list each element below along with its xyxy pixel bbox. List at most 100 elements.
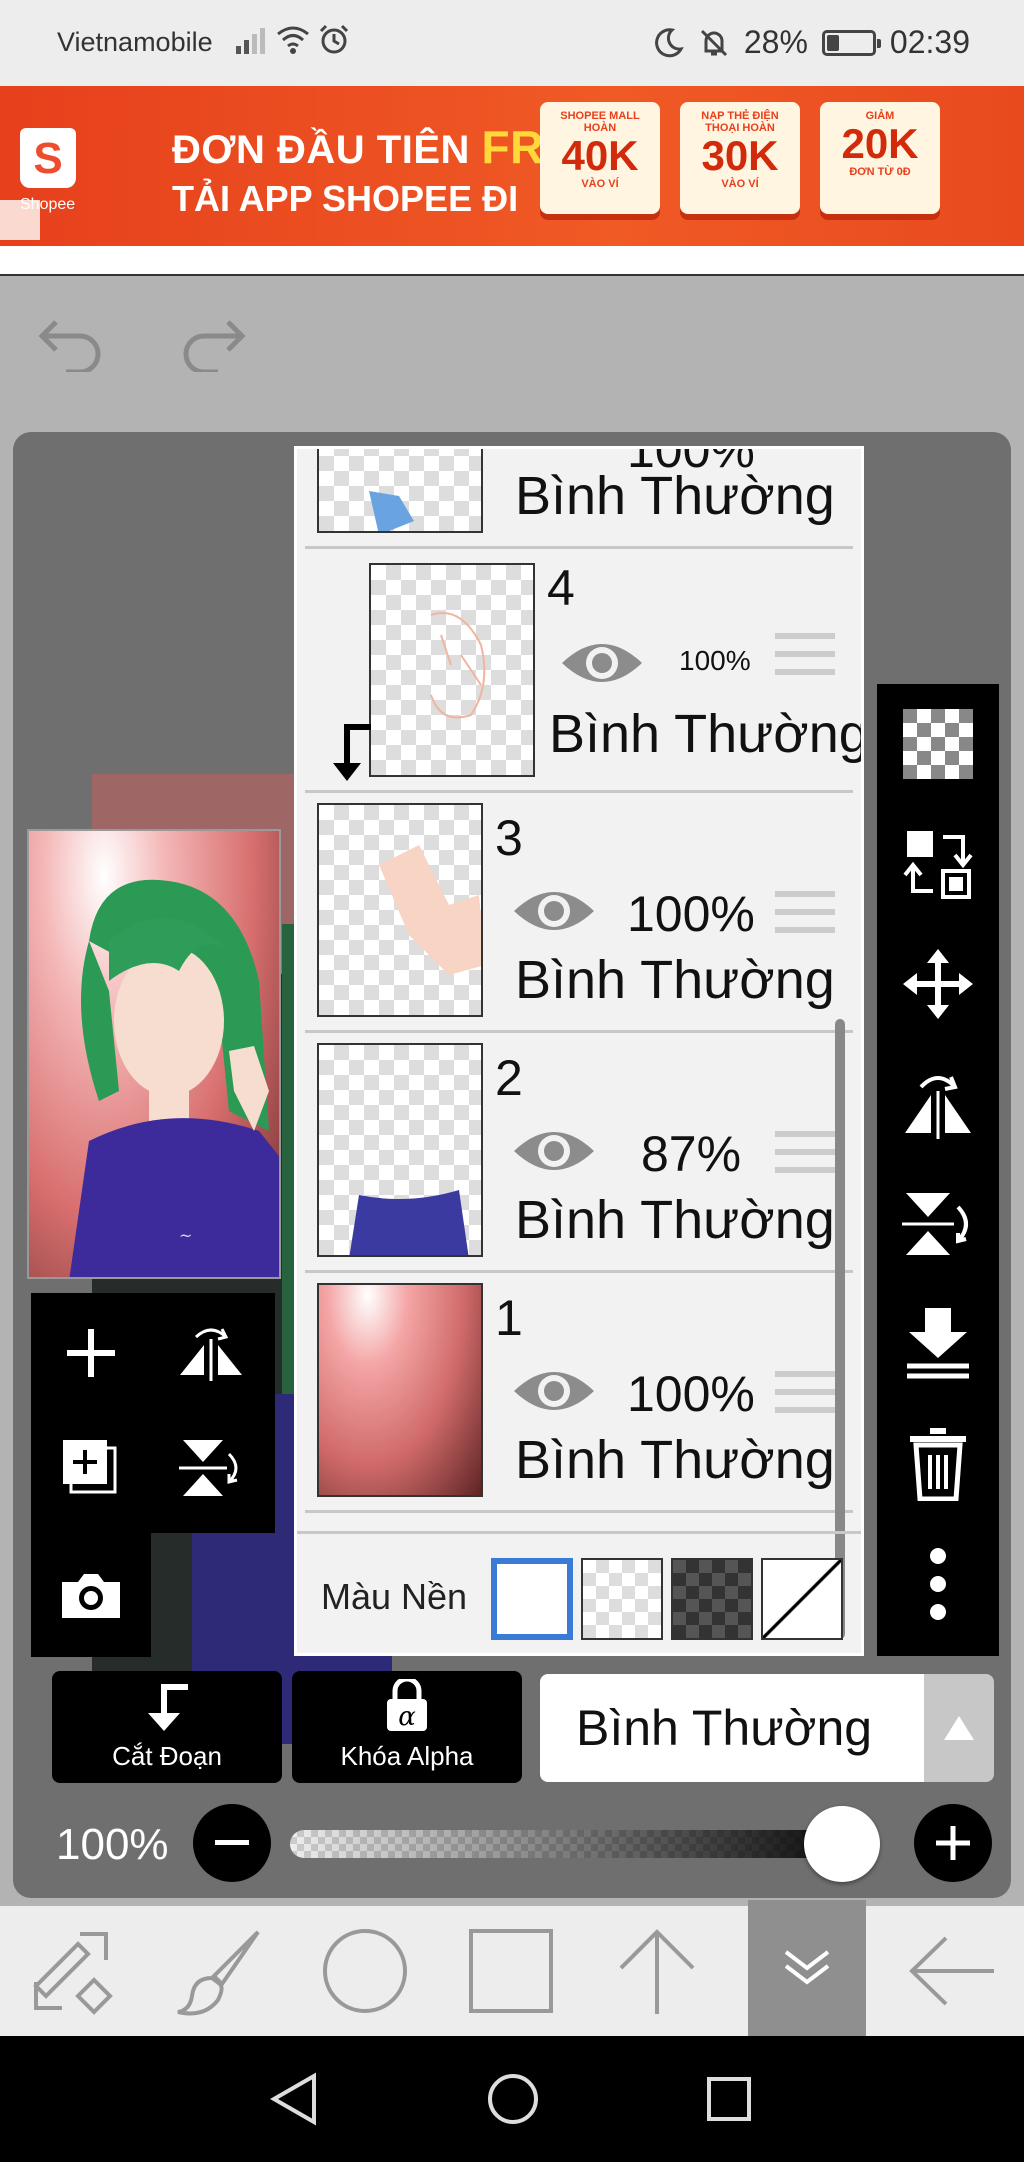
square-icon: [469, 1929, 553, 2013]
swap-layers-button[interactable]: [877, 804, 999, 924]
flip-vertical-icon: [179, 1440, 238, 1496]
redo-icon[interactable]: [178, 316, 248, 372]
nav-back-button[interactable]: [260, 2066, 326, 2132]
right-toolbar: [877, 684, 999, 1656]
layer-thumbnail[interactable]: [317, 1283, 483, 1497]
alpha-lock-button[interactable]: α Khóa Alpha: [292, 1671, 522, 1783]
layer-row[interactable]: 3 100% Bình Thường: [305, 793, 853, 1033]
layer-opacity: 100%: [627, 1366, 755, 1422]
background-transparent-swatch[interactable]: [581, 1558, 663, 1640]
back-button[interactable]: [878, 1906, 1024, 2036]
eye-icon[interactable]: [511, 881, 597, 941]
ad-coupon: SHOPEE MALL HOÀN 40K VÀO VÍ: [540, 102, 660, 214]
layer-blend-mode: Bình Thường: [515, 950, 835, 1010]
download-icon: [907, 1308, 969, 1379]
layer-thumbnail[interactable]: [317, 449, 483, 533]
rectangle-tool[interactable]: [438, 1906, 584, 2036]
add-layer-button[interactable]: [41, 1303, 141, 1403]
layer-row[interactable]: 2 87% Bình Thường: [305, 1033, 853, 1273]
plus-icon: [936, 1826, 970, 1860]
ad-coupon: GIẢM 20K ĐƠN TỪ 0Đ: [820, 102, 940, 214]
background-dark-swatch[interactable]: [671, 1558, 753, 1640]
more-options-button[interactable]: [877, 1524, 999, 1644]
delete-layer-button[interactable]: [877, 1404, 999, 1524]
add-copy-icon: [63, 1440, 117, 1494]
blend-mode-select[interactable]: Bình Thường: [540, 1674, 924, 1782]
blend-mode-dropdown-button[interactable]: [924, 1674, 994, 1782]
opacity-decrease-button[interactable]: [193, 1804, 271, 1882]
layer-number: 2: [495, 1050, 523, 1106]
ad-subline: TẢI APP SHOPEE ĐI: [172, 178, 519, 219]
add-image-layer-button[interactable]: [41, 1418, 141, 1518]
layer-number: 4: [547, 560, 575, 616]
triangle-back-icon: [269, 2072, 316, 2126]
divider: [0, 246, 1024, 276]
battery-icon: [821, 29, 881, 56]
bottom-toolbar: [0, 1900, 1024, 2036]
collapse-panel-button[interactable]: [748, 1900, 866, 2036]
ellipse-tool[interactable]: [292, 1906, 438, 2036]
layer-row[interactable]: 1 100% Bình Thường: [305, 1273, 853, 1513]
merge-down-button[interactable]: [877, 1284, 999, 1404]
nav-recents-button[interactable]: [696, 2066, 762, 2132]
lock-icon: α: [387, 1679, 427, 1731]
clipping-arrow-icon: [148, 1684, 188, 1731]
brush-icon: [177, 1930, 260, 2016]
signature: ~: [179, 1226, 192, 1245]
transparency-button[interactable]: [877, 684, 999, 804]
drag-handle-icon[interactable]: [775, 1371, 835, 1425]
layer-thumbnail[interactable]: [369, 563, 535, 777]
layer-thumbnail[interactable]: [317, 803, 483, 1017]
layer-blend-mode: Bình Thường: [549, 704, 864, 764]
opacity-slider-thumb[interactable]: [804, 1806, 880, 1882]
carrier-name: Vietnamobile: [57, 27, 213, 57]
clipping-button[interactable]: Cắt Đoạn: [52, 1671, 282, 1783]
minus-icon: [215, 1840, 249, 1845]
flip-vertical-button[interactable]: [161, 1418, 261, 1518]
adchoices-icon[interactable]: [0, 200, 40, 240]
double-chevron-down-icon: [784, 1950, 830, 1985]
caret-up-icon: [944, 1716, 974, 1740]
signal-icon: [222, 26, 265, 61]
layers-list[interactable]: 100% Bình Thường 4 100% Bình Thường 3 10…: [294, 446, 864, 1656]
background-none-swatch[interactable]: [761, 1558, 843, 1640]
flip-layer-horizontal-button[interactable]: [877, 1044, 999, 1164]
drag-handle-icon[interactable]: [775, 1131, 835, 1185]
eye-icon[interactable]: [511, 1361, 597, 1421]
move-up-button[interactable]: [584, 1906, 730, 2036]
ad-banner[interactable]: S Shopee ĐƠN ĐẦU TIÊN FREE TẢI APP SHOPE…: [0, 86, 1024, 246]
opacity-row: 100%: [0, 1800, 1024, 1886]
opacity-slider-track[interactable]: [290, 1830, 870, 1858]
background-white-swatch[interactable]: [491, 1558, 573, 1640]
nav-home-button[interactable]: [480, 2066, 546, 2132]
eye-icon[interactable]: [511, 1121, 597, 1181]
clipping-arrow-icon: [333, 724, 371, 781]
mute-bell-icon: [700, 29, 727, 56]
flip-layer-vertical-button[interactable]: [877, 1164, 999, 1284]
left-toolbox: [31, 1293, 275, 1657]
flip-horizontal-button[interactable]: [161, 1303, 261, 1403]
navigator-thumbnail[interactable]: ~: [27, 829, 281, 1279]
brush-tool[interactable]: [146, 1906, 292, 2036]
drag-handle-icon[interactable]: [775, 891, 835, 945]
selection-transform-tool[interactable]: [0, 1906, 146, 2036]
moon-icon: [654, 27, 684, 57]
trash-icon: [910, 1428, 966, 1501]
opacity-increase-button[interactable]: [914, 1804, 992, 1882]
svg-text:α: α: [398, 1702, 416, 1731]
layer-row[interactable]: 4 100% Bình Thường: [305, 553, 861, 793]
camera-button[interactable]: [41, 1545, 141, 1645]
drag-handle-icon[interactable]: [775, 633, 835, 687]
layer-row[interactable]: 100% Bình Thường: [305, 449, 853, 549]
status-bar: Vietnamobile 28% 02:39: [0, 0, 1024, 86]
move-button[interactable]: [877, 924, 999, 1044]
move-arrows-icon: [903, 949, 973, 1019]
ad-coupon: NẠP THẺ ĐIỆN THOẠI HOÀN 30K VÀO VÍ: [680, 102, 800, 214]
circle-home-icon: [488, 2074, 538, 2124]
undo-icon[interactable]: [36, 316, 106, 372]
drag-handle-icon[interactable]: [775, 449, 835, 461]
shopee-bag-icon: S: [20, 128, 76, 188]
checkerboard-icon: [903, 709, 973, 779]
eye-icon[interactable]: [559, 633, 645, 693]
layer-thumbnail[interactable]: [317, 1043, 483, 1257]
